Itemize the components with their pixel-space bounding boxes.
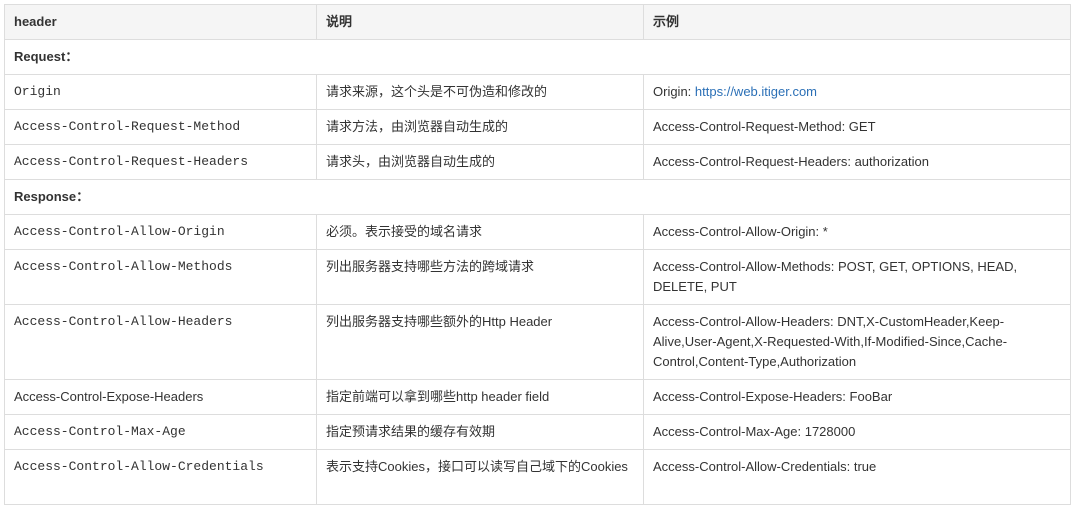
section-label-request: Request： — [4, 39, 1071, 75]
example-cell: Access-Control-Expose-Headers: FooBar — [643, 379, 1071, 415]
table-row: Origin 请求来源，这个头是不可伪造和修改的 Origin: https:/… — [4, 74, 1071, 110]
column-header-description: 说明 — [316, 4, 644, 40]
description-cell: 表示支持Cookies，接口可以读写自己域下的Cookies — [316, 449, 644, 505]
example-cell: Access-Control-Allow-Origin: * — [643, 214, 1071, 250]
example-cell: Access-Control-Max-Age: 1728000 — [643, 414, 1071, 450]
header-name-cell: Access-Control-Allow-Methods — [4, 249, 317, 305]
column-header-header: header — [4, 4, 317, 40]
header-name-cell: Access-Control-Request-Method — [4, 109, 317, 145]
section-label-response: Response： — [4, 179, 1071, 215]
table-row: Access-Control-Allow-Methods 列出服务器支持哪些方法… — [4, 249, 1071, 305]
table-row: Access-Control-Max-Age 指定预请求结果的缓存有效期 Acc… — [4, 414, 1071, 450]
table-row: Access-Control-Expose-Headers 指定前端可以拿到哪些… — [4, 379, 1071, 415]
description-cell: 指定前端可以拿到哪些http header field — [316, 379, 644, 415]
description-cell: 请求方法，由浏览器自动生成的 — [316, 109, 644, 145]
description-cell: 请求头，由浏览器自动生成的 — [316, 144, 644, 180]
example-cell: Access-Control-Allow-Credentials: true — [643, 449, 1071, 505]
header-name-cell: Access-Control-Allow-Headers — [4, 304, 317, 380]
header-name-cell: Access-Control-Allow-Credentials — [4, 449, 317, 505]
section-row-response: Response： — [4, 179, 1071, 215]
header-name-cell: Access-Control-Allow-Origin — [4, 214, 317, 250]
cors-headers-table: header 说明 示例 Request： Origin 请求来源，这个头是不可… — [4, 4, 1071, 505]
header-name-cell: Access-Control-Expose-Headers — [4, 379, 317, 415]
example-cell: Access-Control-Request-Headers: authoriz… — [643, 144, 1071, 180]
header-name-cell: Access-Control-Request-Headers — [4, 144, 317, 180]
example-cell: Access-Control-Allow-Headers: DNT,X-Cust… — [643, 304, 1071, 380]
description-cell: 必须。表示接受的域名请求 — [316, 214, 644, 250]
table-header-row: header 说明 示例 — [4, 4, 1071, 40]
table-row: Access-Control-Allow-Credentials 表示支持Coo… — [4, 449, 1071, 505]
section-row-request: Request： — [4, 39, 1071, 75]
description-cell: 请求来源，这个头是不可伪造和修改的 — [316, 74, 644, 110]
example-cell: Origin: https://web.itiger.com — [643, 74, 1071, 110]
origin-example-link[interactable]: https://web.itiger.com — [695, 84, 817, 99]
table-row: Access-Control-Request-Method 请求方法，由浏览器自… — [4, 109, 1071, 145]
description-cell: 列出服务器支持哪些方法的跨域请求 — [316, 249, 644, 305]
description-cell: 指定预请求结果的缓存有效期 — [316, 414, 644, 450]
example-cell: Access-Control-Allow-Methods: POST, GET,… — [643, 249, 1071, 305]
table-row: Access-Control-Allow-Origin 必须。表示接受的域名请求… — [4, 214, 1071, 250]
header-name-cell: Access-Control-Max-Age — [4, 414, 317, 450]
table-row: Access-Control-Allow-Headers 列出服务器支持哪些额外… — [4, 304, 1071, 380]
description-cell: 列出服务器支持哪些额外的Http Header — [316, 304, 644, 380]
table-row: Access-Control-Request-Headers 请求头，由浏览器自… — [4, 144, 1071, 180]
example-cell: Access-Control-Request-Method: GET — [643, 109, 1071, 145]
example-prefix: Origin: — [653, 84, 695, 99]
header-name-cell: Origin — [4, 74, 317, 110]
column-header-example: 示例 — [643, 4, 1071, 40]
